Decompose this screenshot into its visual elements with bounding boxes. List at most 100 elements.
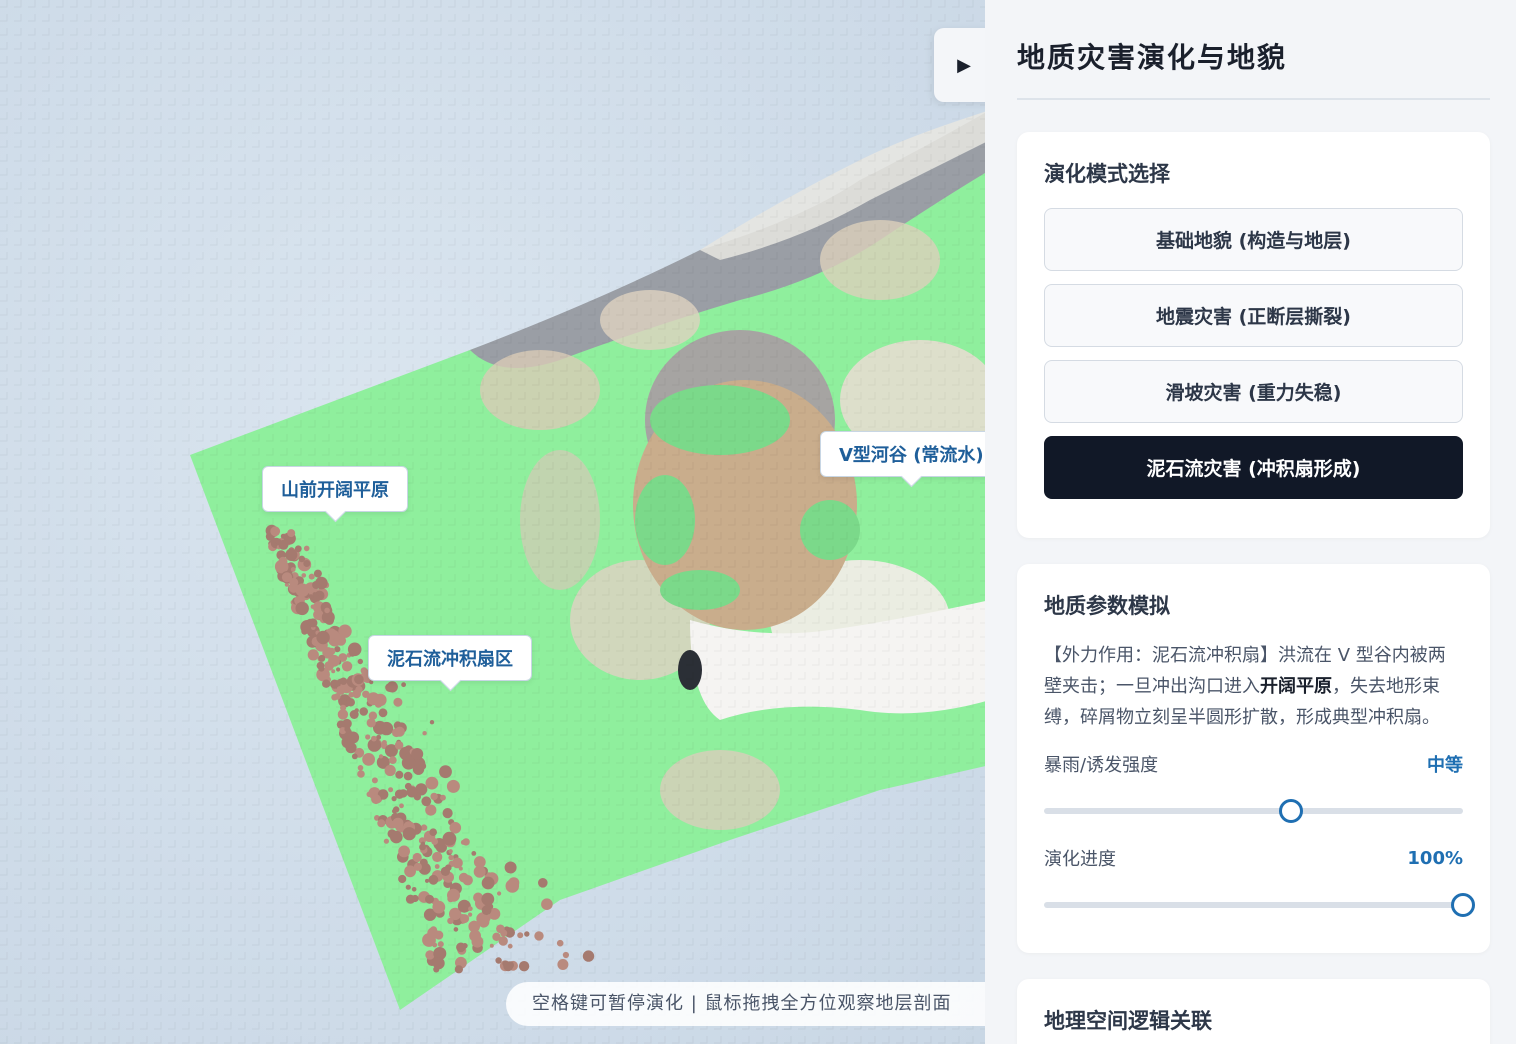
debris-particle xyxy=(383,838,389,844)
logic-card: 地理空间逻辑关联 xyxy=(1017,979,1490,1044)
debris-particle xyxy=(347,731,360,744)
debris-particle xyxy=(398,874,407,884)
debris-particle xyxy=(301,573,307,578)
terrain-3d-view[interactable] xyxy=(0,0,990,1044)
debris-particle xyxy=(371,777,378,784)
desc-highlight: 开阔平原 xyxy=(1260,676,1332,697)
debris-particle xyxy=(366,718,376,728)
debris-particle xyxy=(378,754,384,759)
rain-label: 暴雨/诱发强度 xyxy=(1044,755,1159,776)
debris-particle xyxy=(295,601,309,616)
debris-particle xyxy=(313,569,322,578)
debris-particle xyxy=(406,786,418,798)
debris-particle xyxy=(362,690,370,698)
debris-particle xyxy=(316,630,330,645)
debris-particle xyxy=(287,529,296,538)
debris-particle xyxy=(468,912,473,917)
debris-particle xyxy=(280,533,286,539)
debris-particle xyxy=(411,748,424,760)
debris-particle xyxy=(473,856,486,868)
debris-particle xyxy=(498,936,508,946)
debris-particle xyxy=(430,926,437,934)
progress-slider-thumb[interactable] xyxy=(1451,893,1475,917)
debris-particle xyxy=(393,697,403,707)
param-card-title: 地质参数模拟 xyxy=(1044,594,1170,618)
mode-card: 演化模式选择 基础地貌 (构造与地层) 地震灾害 (正断层撕裂) 滑坡灾害 (重… xyxy=(1017,132,1490,538)
debris-particle xyxy=(354,708,359,713)
debris-particle xyxy=(462,943,468,949)
debris-particle xyxy=(462,875,473,886)
debris-particle xyxy=(420,824,428,831)
debris-particle xyxy=(419,843,426,851)
debris-particle xyxy=(517,932,524,939)
debris-particle xyxy=(308,618,318,628)
debris-particle xyxy=(428,874,439,885)
debris-particle xyxy=(429,720,435,725)
debris-particle xyxy=(275,538,281,544)
rain-slider[interactable] xyxy=(1044,791,1463,831)
rain-slider-thumb[interactable] xyxy=(1279,799,1304,823)
progress-slider[interactable] xyxy=(1044,885,1475,925)
hint-bar: 空格键可暂停演化 | 鼠标拖拽全方位观察地层剖面 xyxy=(506,982,990,1026)
control-panel: 地质灾害演化与地貌 演化模式选择 基础地貌 (构造与地层) 地震灾害 (正断层撕… xyxy=(985,0,1516,1044)
debris-particle xyxy=(328,647,336,655)
rain-row: 暴雨/诱发强度 中等 xyxy=(1044,751,1463,777)
logic-card-title: 地理空间逻辑关联 xyxy=(1044,1009,1212,1033)
mode-button-debris-flow[interactable]: 泥石流灾害 (冲积扇形成) xyxy=(1044,436,1463,499)
debris-particle xyxy=(381,740,387,745)
debris-particle xyxy=(336,685,346,695)
progress-slider-track[interactable] xyxy=(1044,902,1463,908)
debris-particle xyxy=(312,592,318,597)
debris-particle xyxy=(310,604,315,609)
debris-particle xyxy=(453,927,459,932)
debris-particle xyxy=(502,960,509,967)
debris-particle xyxy=(307,649,319,661)
debris-particle xyxy=(290,567,296,572)
debris-particle xyxy=(434,864,440,869)
mode-button-basic[interactable]: 基础地貌 (构造与地层) xyxy=(1044,208,1463,271)
debris-particle xyxy=(324,607,330,614)
debris-particle xyxy=(394,726,405,737)
debris-particle xyxy=(495,957,502,964)
debris-particle xyxy=(440,866,450,877)
debris-particle xyxy=(422,731,427,736)
debris-particle xyxy=(413,862,422,871)
debris-particle xyxy=(489,943,494,948)
debris-particle xyxy=(386,681,398,693)
debris-particle xyxy=(371,794,381,805)
rain-value: 中等 xyxy=(1427,755,1463,776)
debris-particle xyxy=(454,965,463,974)
debris-particle xyxy=(328,654,340,667)
rain-slider-track[interactable] xyxy=(1044,808,1463,814)
debris-particle xyxy=(452,857,463,869)
debris-particle xyxy=(359,707,369,716)
terrain-viewport[interactable]: 山前开阔平原 V型河谷 (常流水) 泥石流冲积扇区 空格键可暂停演化 | 鼠标拖… xyxy=(0,0,990,1044)
debris-particle xyxy=(340,698,347,704)
debris-particle xyxy=(398,845,410,858)
debris-particle xyxy=(354,674,364,685)
debris-particle xyxy=(425,894,434,904)
label-fan: 泥石流冲积扇区 xyxy=(368,635,532,681)
debris-particle xyxy=(362,753,375,766)
debris-particle xyxy=(401,682,406,688)
debris-particle xyxy=(557,959,569,970)
debris-particle xyxy=(322,679,331,688)
debris-particle xyxy=(504,861,517,874)
debris-particle xyxy=(351,753,358,760)
debris-particle xyxy=(357,765,364,771)
debris-particle xyxy=(442,808,453,819)
debris-particle xyxy=(457,899,471,913)
debris-particle xyxy=(403,771,413,781)
debris-particle xyxy=(308,573,315,580)
mode-button-landslide[interactable]: 滑坡灾害 (重力失稳) xyxy=(1044,360,1463,423)
param-description: 【外力作用：泥石流冲积扇】洪流在 V 型谷内被两壁夹击；一旦冲出沟口进入开阔平原… xyxy=(1044,640,1463,733)
debris-particle xyxy=(460,914,470,924)
mode-button-earthquake[interactable]: 地震灾害 (正断层撕裂) xyxy=(1044,284,1463,347)
debris-particle xyxy=(432,957,445,970)
debris-particle xyxy=(331,669,336,674)
debris-particle xyxy=(393,806,400,813)
param-card: 地质参数模拟 【外力作用：泥石流冲积扇】洪流在 V 型谷内被两壁夹击；一旦冲出沟… xyxy=(1017,564,1490,953)
debris-particle xyxy=(452,908,457,913)
debris-particle xyxy=(541,898,553,910)
debris-particle xyxy=(294,597,301,604)
